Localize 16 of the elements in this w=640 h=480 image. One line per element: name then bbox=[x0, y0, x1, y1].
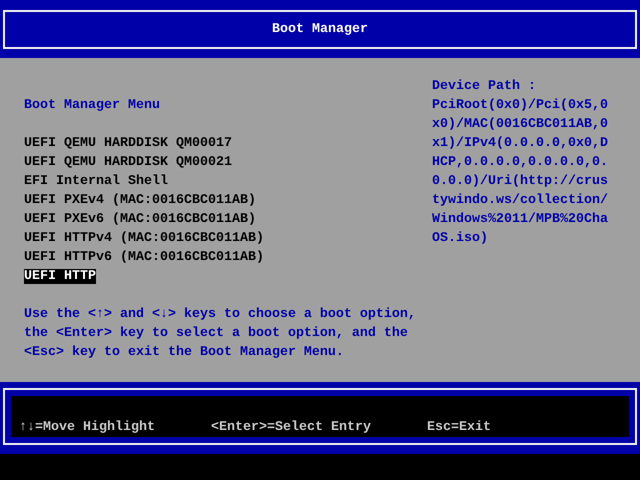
boot-option[interactable]: UEFI PXEv4 (MAC:0016CBC011AB) bbox=[24, 193, 256, 208]
key-hint: ↑↓=Move Highlight bbox=[19, 420, 155, 435]
boot-option[interactable]: UEFI QEMU HARDDISK QM00021 bbox=[24, 155, 232, 170]
key-hint: Esc=Exit bbox=[426, 420, 491, 435]
key-hint: <Enter>=Select Entry bbox=[210, 420, 371, 435]
boot-option[interactable]: UEFI HTTPv6 (MAC:0016CBC011AB) bbox=[24, 250, 264, 265]
boot-option[interactable]: UEFI HTTP bbox=[24, 269, 96, 284]
boot-option[interactable]: UEFI HTTPv4 (MAC:0016CBC011AB) bbox=[24, 231, 264, 246]
device-path-value: PciRoot(0x0)/Pci(0x5,0x0)/MAC(0016CBC011AB,0x1)/IPv4(0.0.0.0,0x0,DHCP,0.0.0.0,0.0.0.0,0.0.0.0)/Uri(http://crustywindo.ws/collection/Windows%2011/MPB%20ChaOS.iso) bbox=[432, 97, 608, 248]
boot-option[interactable]: UEFI QEMU HARDDISK QM00017 bbox=[24, 136, 232, 151]
device-path-label: Device Path : bbox=[432, 78, 537, 96]
help-text: Use the <↑> and <↓> keys to choose a boot option, the <Enter> key to select a boot option, and the <Esc> key to exit the Boot Manager Menu. bbox=[24, 306, 417, 362]
menu-title: Boot Manager Menu bbox=[24, 97, 161, 115]
boot-option[interactable]: UEFI PXEv6 (MAC:0016CBC011AB) bbox=[24, 212, 256, 227]
boot-option[interactable]: EFI Internal Shell bbox=[24, 174, 168, 189]
screen-title: Boot Manager bbox=[272, 22, 368, 37]
